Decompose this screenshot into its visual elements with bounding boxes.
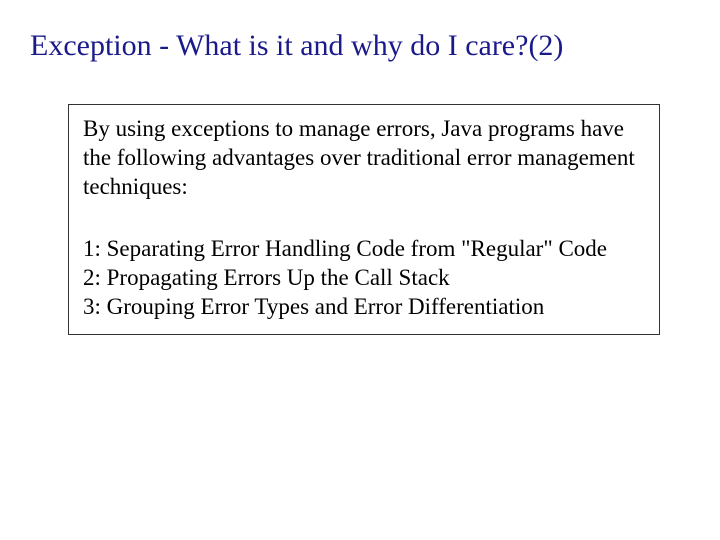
advantage-list: 1: Separating Error Handling Code from "…	[83, 235, 645, 321]
advantage-item-3: 3: Grouping Error Types and Error Differ…	[83, 293, 645, 322]
slide: Exception - What is it and why do I care…	[0, 0, 720, 540]
intro-paragraph: By using exceptions to manage errors, Ja…	[83, 115, 645, 201]
slide-title: Exception - What is it and why do I care…	[30, 28, 690, 64]
content-box: By using exceptions to manage errors, Ja…	[68, 104, 660, 335]
advantage-item-2: 2: Propagating Errors Up the Call Stack	[83, 264, 645, 293]
advantage-item-1: 1: Separating Error Handling Code from "…	[83, 235, 645, 264]
